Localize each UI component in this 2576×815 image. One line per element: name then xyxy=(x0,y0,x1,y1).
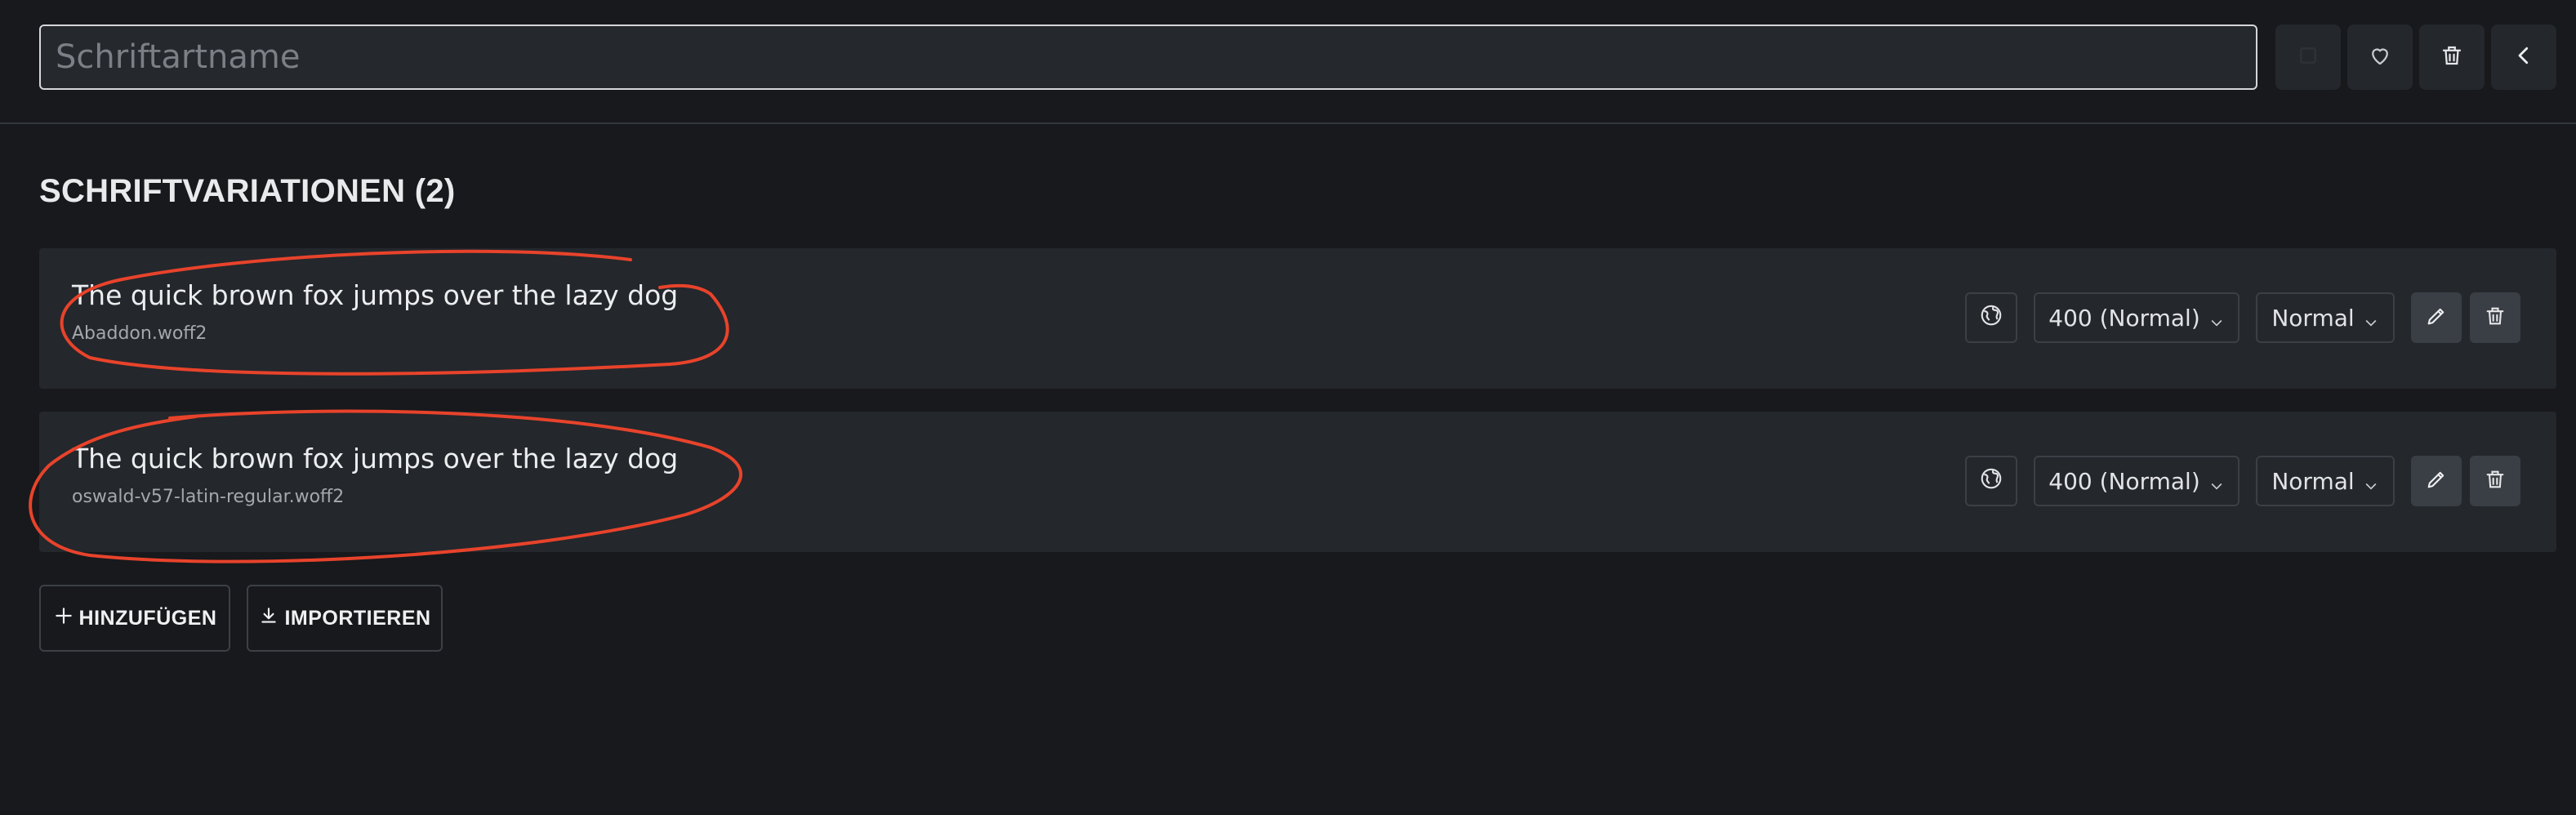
variation-filename: Abaddon.woff2 xyxy=(72,323,207,344)
edit-variation-button[interactable] xyxy=(2411,456,2462,506)
variation-filename: oswald-v57-latin-regular.woff2 xyxy=(72,487,345,507)
chevron-down-icon xyxy=(2363,310,2379,327)
back-button[interactable] xyxy=(2491,24,2556,90)
delete-variation-button[interactable] xyxy=(2470,456,2520,506)
variation-card: The quick brown fox jumps over the lazy … xyxy=(39,412,2556,552)
trash-icon xyxy=(2484,468,2507,494)
trash-icon xyxy=(2484,305,2507,331)
chevron-down-icon xyxy=(2208,310,2225,327)
delete-font-button[interactable] xyxy=(2419,24,2485,90)
favorite-button[interactable] xyxy=(2347,24,2413,90)
language-button[interactable] xyxy=(1965,292,2017,343)
pencil-icon xyxy=(2425,468,2448,494)
variation-sample-text: The quick brown fox jumps over the lazy … xyxy=(72,443,679,474)
pencil-icon xyxy=(2425,305,2448,331)
globe-icon xyxy=(1979,466,2003,497)
style-select[interactable]: Normal xyxy=(2256,456,2395,506)
weight-select[interactable]: 400 (Normal) xyxy=(2034,292,2240,343)
add-variation-button[interactable]: HINZUFÜGEN xyxy=(39,585,230,652)
globe-icon xyxy=(1979,303,2003,333)
font-name-input[interactable] xyxy=(39,24,2257,90)
chevron-left-icon xyxy=(2511,43,2536,71)
font-editor-page: SCHRIFTVARIATIONEN (2) The quick brown f… xyxy=(0,0,2576,815)
weight-select[interactable]: 400 (Normal) xyxy=(2034,456,2240,506)
weight-value: 400 (Normal) xyxy=(2048,304,2200,332)
square-icon xyxy=(2296,43,2320,71)
style-select[interactable]: Normal xyxy=(2256,292,2395,343)
variation-card: The quick brown fox jumps over the lazy … xyxy=(39,248,2556,389)
style-value: Normal xyxy=(2271,467,2355,495)
plus-icon xyxy=(53,605,79,632)
chevron-down-icon xyxy=(2363,473,2379,490)
variations-heading: SCHRIFTVARIATIONEN (2) xyxy=(39,173,456,209)
add-variation-label: HINZUFÜGEN xyxy=(78,606,217,630)
import-label: IMPORTIEREN xyxy=(284,606,431,630)
variation-sample-text: The quick brown fox jumps over the lazy … xyxy=(72,279,679,311)
download-icon xyxy=(258,605,284,632)
weight-value: 400 (Normal) xyxy=(2048,467,2200,495)
trash-icon xyxy=(2440,43,2464,71)
chevron-down-icon xyxy=(2208,473,2225,490)
square-button[interactable] xyxy=(2275,24,2341,90)
delete-variation-button[interactable] xyxy=(2470,292,2520,343)
import-button[interactable]: IMPORTIEREN xyxy=(247,585,443,652)
header-bar xyxy=(0,0,2576,124)
language-button[interactable] xyxy=(1965,456,2017,506)
edit-variation-button[interactable] xyxy=(2411,292,2462,343)
style-value: Normal xyxy=(2271,304,2355,332)
heart-icon xyxy=(2368,43,2392,71)
